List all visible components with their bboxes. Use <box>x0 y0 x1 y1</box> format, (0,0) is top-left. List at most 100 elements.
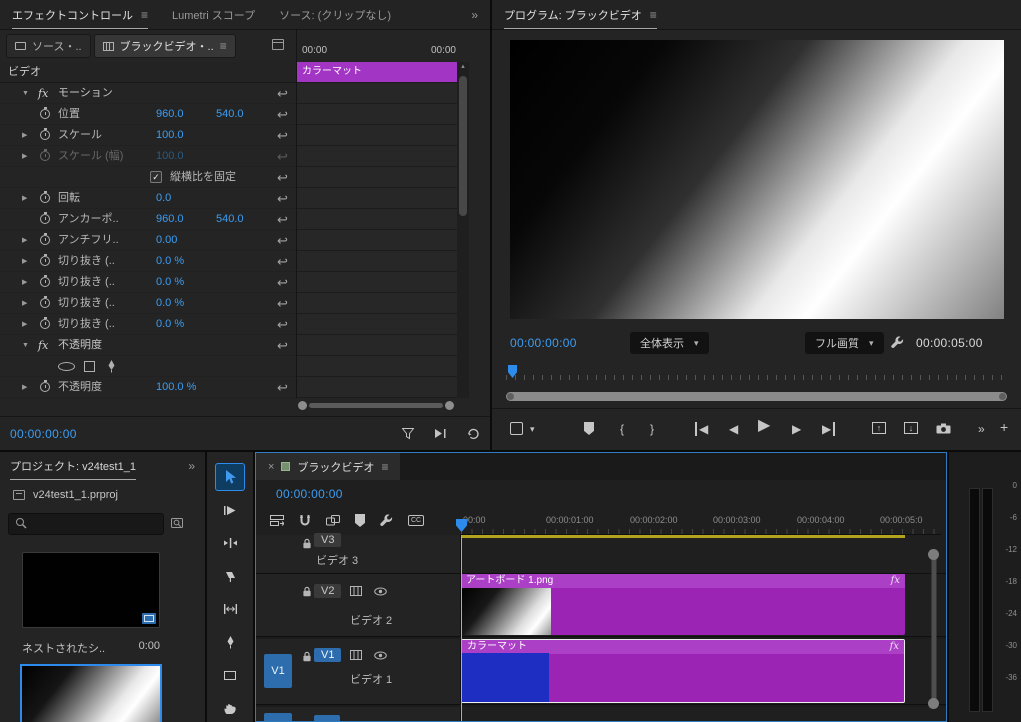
stopwatch-icon[interactable] <box>40 191 50 203</box>
param-value[interactable]: 100.0 % <box>156 377 196 398</box>
param-uniform-scale[interactable]: ✓ 縦横比を固定 ↩ <box>0 167 296 188</box>
playhead-line[interactable] <box>461 535 462 721</box>
transport-overflow-icon[interactable]: » <box>978 422 985 436</box>
rectangle-mask-icon[interactable] <box>84 361 95 372</box>
param-value[interactable]: 0.0 <box>156 188 171 209</box>
mark-out-button[interactable]: } <box>650 422 654 436</box>
stopwatch-icon[interactable] <box>40 317 50 329</box>
reset-icon[interactable]: ↩ <box>277 167 288 188</box>
selection-tool[interactable] <box>215 463 245 491</box>
pen-tool[interactable] <box>216 629 244 655</box>
extract-button[interactable]: ↓ <box>904 422 918 434</box>
ec-mini-timeline-ruler[interactable]: 00:00 00:00 <box>296 30 457 62</box>
step-forward-button[interactable]: ▶ <box>792 422 801 436</box>
search-input[interactable] <box>33 518 157 530</box>
tab-project[interactable]: プロジェクト: v24test1_1 <box>10 452 136 480</box>
chevron-right-icon[interactable]: ▶ <box>22 272 27 293</box>
param-value-x[interactable]: 960.0 <box>156 209 184 230</box>
param-crop-2[interactable]: ▶ 切り抜き (.. 0.0 % ↩ <box>0 272 296 293</box>
source-patch-v1[interactable]: V1 <box>264 654 292 688</box>
stopwatch-icon[interactable] <box>40 380 50 392</box>
stopwatch-icon[interactable] <box>40 254 50 266</box>
ec-clip-tab[interactable]: ブラックビデオ・.. ≡ <box>93 34 236 58</box>
reset-icon[interactable]: ↩ <box>277 335 288 356</box>
param-antiflicker[interactable]: ▶ アンチフリ.. 0.00 ↩ <box>0 230 296 251</box>
effect-group-opacity[interactable]: ▼ fx 不透明度 ↩ <box>0 335 296 356</box>
reset-icon[interactable]: ↩ <box>277 230 288 251</box>
track-v2-header[interactable]: V2 ビデオ 2 <box>256 574 461 637</box>
rectangle-tool[interactable] <box>216 662 244 688</box>
param-crop-3[interactable]: ▶ 切り抜き (.. 0.0 % ↩ <box>0 293 296 314</box>
add-marker-button[interactable] <box>584 422 594 435</box>
panel-menu-icon[interactable]: ≡ <box>220 39 227 53</box>
step-back-button[interactable]: ◀ <box>729 422 738 436</box>
chevron-down-icon[interactable]: ▼ <box>22 83 29 104</box>
track-v3-header[interactable]: V3 ビデオ 3 <box>256 533 461 574</box>
add-marker-button[interactable] <box>355 514 365 527</box>
chevron-right-icon[interactable]: ▶ <box>22 251 27 272</box>
checkbox-checked[interactable]: ✓ <box>150 171 162 183</box>
captions-icon[interactable]: CC <box>408 515 425 526</box>
track-v3-lane[interactable] <box>461 535 946 574</box>
track-a1-header[interactable] <box>256 707 461 721</box>
param-value-x[interactable]: 960.0 <box>156 104 184 125</box>
project-file-row[interactable]: v24test1_1.prproj <box>0 483 205 507</box>
reset-icon[interactable]: ↩ <box>277 188 288 209</box>
ellipse-mask-icon[interactable] <box>58 362 75 371</box>
param-scale-width[interactable]: ▶ スケール (幅) 100.0 ↩ <box>0 146 296 167</box>
search-box[interactable] <box>8 513 164 535</box>
chevron-right-icon[interactable]: ▶ <box>22 125 27 146</box>
param-value[interactable]: 0.0 % <box>156 293 184 314</box>
param-position[interactable]: 位置 960.0 540.0 ↩ <box>0 104 296 125</box>
param-value[interactable]: 0.0 % <box>156 314 184 335</box>
project-item-selected-thumbnail[interactable] <box>20 664 162 722</box>
reset-icon[interactable]: ↩ <box>277 209 288 230</box>
stopwatch-icon[interactable] <box>40 296 50 308</box>
track-select-forward-tool[interactable] <box>216 497 244 523</box>
clip-artboard-png[interactable]: アートボード 1.png fx <box>461 574 905 635</box>
reset-icon[interactable]: ↩ <box>277 272 288 293</box>
timeline-ruler[interactable]: 00:00 00:00:01:00 00:00:02:00 00:00:03:0… <box>456 509 941 535</box>
nest-toggle-icon[interactable] <box>270 515 284 526</box>
scrollbar-track[interactable] <box>931 554 936 704</box>
lock-icon[interactable] <box>302 538 312 549</box>
scroll-handle-bottom[interactable] <box>928 698 939 709</box>
filter-icon[interactable] <box>402 427 414 440</box>
track-v1-header[interactable]: V1 V1 ビデオ 1 <box>256 639 461 705</box>
stopwatch-icon[interactable] <box>40 107 50 119</box>
sync-lock-icon[interactable] <box>350 650 362 660</box>
chevron-down-icon[interactable]: ▼ <box>22 335 29 356</box>
reset-icon[interactable]: ↩ <box>277 314 288 335</box>
param-value[interactable]: 0.0 % <box>156 251 184 272</box>
param-scale[interactable]: ▶ スケール 100.0 ↩ <box>0 125 296 146</box>
tab-lumetri-scopes[interactable]: Lumetri スコープ <box>172 0 255 29</box>
timeline-vertical-scrollbar[interactable] <box>928 549 939 709</box>
param-value[interactable]: 0.00 <box>156 230 177 251</box>
slip-tool[interactable] <box>216 596 244 622</box>
scroll-up-icon[interactable]: ▲ <box>457 64 469 70</box>
tab-overflow-icon[interactable]: » <box>471 8 478 22</box>
project-item-nested-sequence-thumbnail[interactable] <box>22 552 160 628</box>
project-item-meta[interactable]: ネストされたシ.. 0:00 <box>22 640 160 656</box>
reset-icon[interactable]: ↩ <box>277 293 288 314</box>
timeline-timecode[interactable]: 00:00:00:00 <box>276 487 343 501</box>
loop-playback-icon[interactable] <box>467 428 480 440</box>
zoom-handle-left[interactable] <box>298 400 307 410</box>
ec-horizontal-scrollbar[interactable] <box>298 400 454 410</box>
param-anchor-point[interactable]: アンカーポ.. 960.0 540.0 ↩ <box>0 209 296 230</box>
ec-source-tab[interactable]: ソース・.. <box>6 34 91 58</box>
go-to-in-button[interactable]: ◀ <box>695 422 708 436</box>
param-crop-1[interactable]: ▶ 切り抜き (.. 0.0 % ↩ <box>0 251 296 272</box>
lock-icon[interactable] <box>302 651 312 662</box>
go-to-out-button[interactable]: ▶ <box>822 422 836 436</box>
effect-group-motion[interactable]: ▼ fx モーション ↩ <box>0 83 296 104</box>
sequence-tab[interactable]: × ブラックビデオ ≡ <box>256 453 401 480</box>
stopwatch-icon[interactable] <box>40 212 50 224</box>
clip-color-matte[interactable]: カラーマット fx <box>461 639 905 703</box>
reset-icon[interactable]: ↩ <box>277 125 288 146</box>
track-target-badge[interactable]: V1 <box>314 648 342 662</box>
param-crop-4[interactable]: ▶ 切り抜き (.. 0.0 % ↩ <box>0 314 296 335</box>
chevron-right-icon[interactable]: ▶ <box>22 377 27 398</box>
track-output-eye-icon[interactable] <box>374 587 387 596</box>
reset-icon[interactable]: ↩ <box>277 377 288 398</box>
